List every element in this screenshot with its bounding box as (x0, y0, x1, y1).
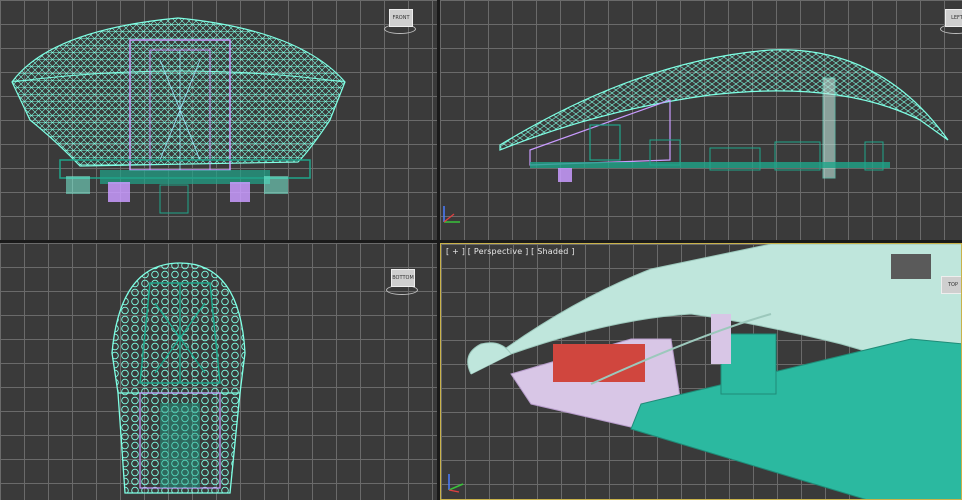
front-wireframe (11, 17, 346, 214)
viewcube-icon[interactable]: TOP (941, 276, 961, 294)
viewport-front[interactable]: FRONT (0, 0, 437, 240)
viewport-separator[interactable] (0, 240, 962, 243)
viewcube-icon[interactable]: FRONT (389, 9, 413, 27)
viewport-bottom[interactable]: BOTTOM (0, 243, 437, 500)
perspective-shaded-model (467, 244, 961, 499)
axis-tripod-icon (448, 474, 464, 493)
viewport-separator[interactable] (437, 0, 440, 500)
viewport-label[interactable]: [ + ] [ Perspective ] [ Shaded ] (446, 247, 575, 256)
viewport-left[interactable]: LEFT (440, 0, 962, 240)
viewport-perspective[interactable]: [ + ] [ Perspective ] [ Shaded ] TOP (440, 243, 962, 500)
axis-tripod-icon (443, 206, 460, 223)
viewcube-icon[interactable]: BOTTOM (391, 269, 415, 287)
viewcube-icon[interactable]: LEFT (945, 9, 962, 27)
bottom-wireframe (111, 262, 246, 494)
left-wireframe (499, 49, 949, 182)
